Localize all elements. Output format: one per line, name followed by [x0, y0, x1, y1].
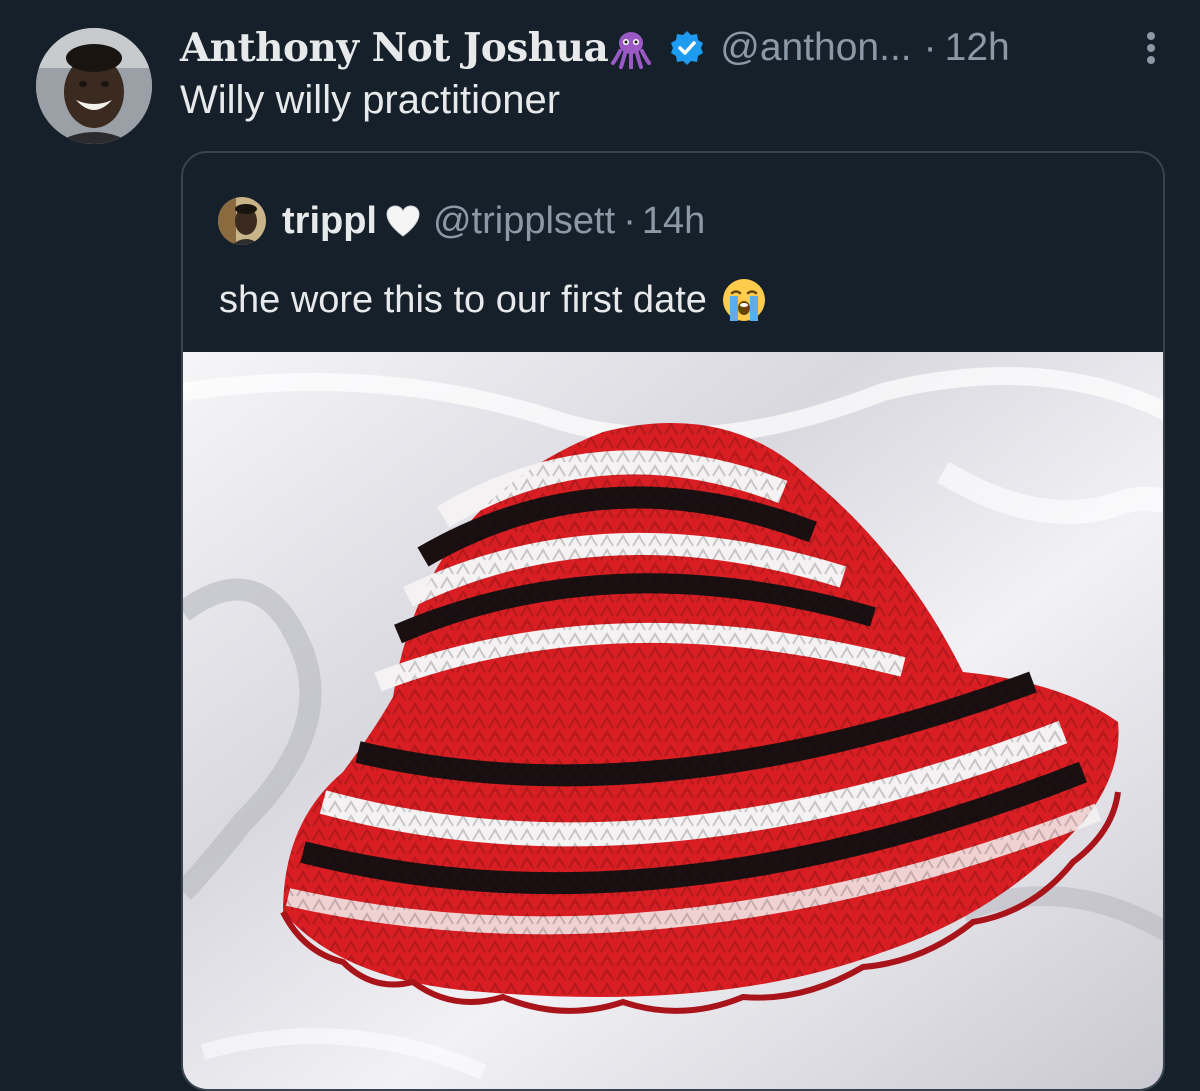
author-avatar[interactable]: [36, 28, 152, 144]
tweet-header: Anthony Not Joshua @anthon... · 12h: [180, 22, 1170, 74]
loudly-crying-face-emoji-icon: [721, 277, 767, 323]
quoted-author-display-name[interactable]: trippl: [282, 200, 377, 243]
separator-dot: ·: [923, 26, 937, 69]
quoted-tweet-header: trippl @tripplsett · 14h: [218, 197, 705, 245]
octopus-emoji-icon: [610, 27, 652, 70]
tweet-text: Willy willy practitioner: [180, 78, 561, 122]
author-display-name[interactable]: Anthony Not Joshua: [180, 25, 609, 71]
tweet-timestamp[interactable]: 12h: [945, 26, 1010, 70]
quoted-tweet-timestamp[interactable]: 14h: [642, 200, 705, 243]
tweet[interactable]: Anthony Not Joshua @anthon... · 12h Will…: [0, 0, 1200, 1091]
quoted-author-handle[interactable]: @tripplsett: [433, 200, 615, 243]
quoted-tweet-text: she wore this to our first date: [219, 278, 707, 321]
more-vertical-icon[interactable]: [1134, 28, 1168, 68]
quoted-tweet[interactable]: trippl @tripplsett · 14h she wore this t…: [181, 151, 1165, 1091]
separator-dot: ·: [623, 199, 636, 242]
white-heart-emoji-icon: [385, 204, 421, 238]
quoted-tweet-photo[interactable]: [183, 352, 1163, 1089]
verified-badge-icon: [668, 29, 706, 67]
author-handle[interactable]: @anthon...: [720, 26, 911, 70]
quoted-tweet-text-row: she wore this to our first date: [219, 277, 767, 323]
quoted-author-avatar[interactable]: [218, 197, 266, 245]
